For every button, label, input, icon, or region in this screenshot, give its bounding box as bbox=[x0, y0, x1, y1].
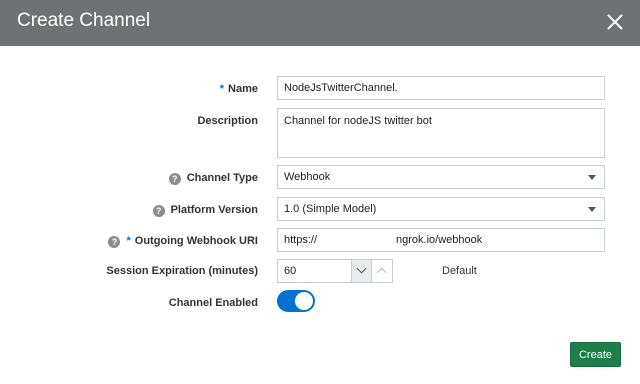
session-expiration-input[interactable]: 60 bbox=[277, 259, 393, 283]
platform-version-select[interactable]: 1.0 (Simple Model) bbox=[277, 197, 605, 221]
webhook-uri-suffix: ngrok.io/webhook bbox=[396, 234, 483, 246]
webhook-uri-label: Outgoing Webhook URI bbox=[134, 235, 258, 247]
platform-version-label: Platform Version bbox=[170, 204, 258, 216]
webhook-uri-prefix: https:// bbox=[284, 234, 318, 246]
session-expiration-label: Session Expiration (minutes) bbox=[106, 265, 258, 277]
channel-enabled-toggle[interactable] bbox=[277, 290, 315, 312]
channel-enabled-label: Channel Enabled bbox=[168, 297, 258, 309]
required-marker: * bbox=[126, 235, 131, 247]
help-icon[interactable]: ? bbox=[108, 236, 121, 248]
webhook-uri-input[interactable]: https:// ngrok.io/webhook bbox=[277, 228, 605, 252]
description-value: Channel for nodeJS twitter bot bbox=[284, 115, 432, 127]
create-channel-dialog: Create Channel * Name NodeJsTwitterChanne… bbox=[0, 0, 640, 384]
toggle-knob bbox=[295, 292, 313, 310]
help-icon[interactable]: ? bbox=[152, 205, 165, 217]
default-label: Default bbox=[442, 265, 477, 277]
help-icon[interactable]: ? bbox=[168, 173, 181, 185]
create-button[interactable]: Create bbox=[570, 342, 621, 367]
description-textarea[interactable]: Channel for nodeJS twitter bot bbox=[277, 108, 605, 158]
close-icon[interactable] bbox=[604, 11, 626, 33]
platform-version-value: 1.0 (Simple Model) bbox=[284, 203, 377, 215]
dialog-header: Create Channel bbox=[0, 0, 640, 46]
chevron-up-icon[interactable] bbox=[371, 260, 392, 282]
channel-type-label: Channel Type bbox=[186, 172, 258, 184]
name-label-row: * Name bbox=[220, 83, 258, 95]
webhook-uri-label-row: ? * Outgoing Webhook URI bbox=[108, 235, 258, 248]
chevron-down-icon bbox=[588, 207, 596, 212]
required-marker: * bbox=[219, 83, 225, 95]
chevron-down-icon[interactable] bbox=[351, 260, 372, 282]
dialog-title: Create Channel bbox=[17, 10, 151, 31]
platform-version-label-row: ? Platform Version bbox=[152, 204, 258, 217]
redacted-mask bbox=[317, 234, 397, 247]
name-input[interactable]: NodeJsTwitterChannel. bbox=[277, 76, 605, 100]
channel-type-label-row: ? Channel Type bbox=[168, 172, 258, 185]
description-label: Description bbox=[197, 115, 258, 127]
channel-type-select[interactable]: Webhook bbox=[277, 165, 605, 189]
name-label: Name bbox=[228, 83, 258, 95]
name-value: NodeJsTwitterChannel. bbox=[284, 82, 398, 94]
channel-type-value: Webhook bbox=[284, 171, 331, 183]
session-expiration-value: 60 bbox=[284, 265, 297, 277]
chevron-down-icon bbox=[588, 175, 596, 180]
